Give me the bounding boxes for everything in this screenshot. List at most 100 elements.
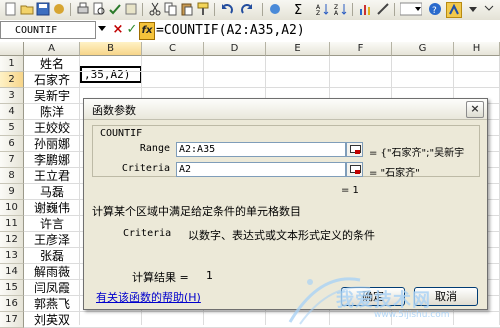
cell-a[interactable]: 孙丽娜 [24,136,80,152]
dialog-title-bar[interactable]: 函数参数 × [84,99,487,120]
function-help-link[interactable]: 有关该函数的帮助(H) [96,289,201,305]
row-header[interactable]: 1 [0,56,24,72]
toolbar-more-icon[interactable] [482,2,496,16]
column-header-a[interactable]: A [24,42,80,56]
autosum-icon[interactable]: Σ [292,2,306,18]
argument-help-name: Criteria [123,228,172,239]
row-header[interactable]: 3 [0,88,24,104]
active-cell-b2[interactable]: ,35,A2) [80,66,142,83]
format-painter-icon[interactable] [196,2,210,16]
cut-icon[interactable] [148,2,162,16]
paste-icon[interactable] [180,2,194,16]
toolbar-separator [262,3,263,16]
dialog-title: 函数参数 [92,104,136,117]
row-header[interactable]: 11 [0,216,24,232]
column-header-f[interactable]: F [330,42,392,56]
function-name-label: COUNTIF [98,128,145,139]
open-icon[interactable] [20,2,34,16]
cell-a[interactable]: 谢巍伟 [24,200,80,216]
undo-icon[interactable] [220,2,234,16]
cell-a[interactable]: 解雨薇 [24,264,80,280]
cell-a[interactable]: 李鹏娜 [24,152,80,168]
chart-wizard-icon[interactable] [358,2,372,16]
hyperlink-icon[interactable] [268,2,282,16]
row-header[interactable]: 10 [0,200,24,216]
office-assistant-icon[interactable] [446,2,462,18]
range-arg-label: Range [139,143,170,154]
spelling-icon[interactable] [108,2,122,16]
gridline [24,71,500,72]
criteria-arg-result: = "石家齐" [369,168,420,179]
column-header-d[interactable]: D [204,42,266,56]
row-header[interactable]: 15 [0,280,24,296]
row-header[interactable]: 12 [0,232,24,248]
permission-icon[interactable] [52,2,66,16]
row-header[interactable]: 16 [0,296,24,312]
range-arg-input[interactable]: A2:A35 [176,142,346,157]
row-header[interactable]: 13 [0,248,24,264]
enter-formula-icon[interactable]: ✓ [124,22,140,38]
zoom-dropdown[interactable] [399,2,423,16]
row-header[interactable]: 8 [0,168,24,184]
cell-a[interactable]: 郭燕飞 [24,296,80,312]
criteria-arg-input[interactable]: A2 [176,162,346,177]
new-icon[interactable] [4,2,18,16]
watermark-url: www.5ijishu.com [374,310,450,320]
chevron-down-icon[interactable] [98,26,106,31]
criteria-arg-label: Criteria [121,163,170,174]
print-preview-icon[interactable] [92,2,106,16]
row-header[interactable]: 5 [0,120,24,136]
research-icon[interactable] [124,2,138,16]
range-collapse-icon[interactable] [346,142,363,157]
column-header-e[interactable]: E [266,42,330,56]
row-header[interactable]: 14 [0,264,24,280]
cell-a[interactable]: 许言 [24,216,80,232]
cell-a[interactable]: 马磊 [24,184,80,200]
toolbar-options-icon[interactable] [466,2,480,16]
save-icon[interactable] [36,2,50,16]
row-header[interactable]: 7 [0,152,24,168]
column-header-g[interactable]: G [392,42,454,56]
cell-a[interactable]: 陈洋 [24,104,80,120]
argument-help-text: 以数字、表达式或文本形式定义的条件 [188,229,375,242]
criteria-collapse-icon[interactable] [346,162,363,177]
formula-result-value: 1 [206,269,213,282]
column-header-c[interactable]: C [142,42,204,56]
name-box[interactable]: COUNTIF [0,21,96,39]
cell-a[interactable]: 王立君 [24,168,80,184]
drawing-icon[interactable] [376,2,390,16]
select-all-corner[interactable] [0,42,24,56]
svg-text:Z: Z [316,10,320,16]
row-header[interactable]: 4 [0,104,24,120]
svg-text:Σ: Σ [294,3,302,16]
formula-bar: COUNTIF × ✓ fx =COUNTIF(A2:A35,A2) [0,20,500,43]
watermark-logo: 我爱技术网 www.5ijishu.com [280,262,500,325]
gridline [24,87,500,88]
cell-a[interactable]: 姓名 [24,56,80,72]
cell-a[interactable]: 张磊 [24,248,80,264]
column-header-b[interactable]: B [80,42,142,56]
print-icon[interactable] [76,2,90,16]
row-header[interactable]: 9 [0,184,24,200]
cell-a[interactable]: 刘英双 [24,312,80,328]
svg-text:?: ? [432,6,437,16]
formula-input[interactable]: =COUNTIF(A2:A35,A2) [156,21,305,41]
sort-ascending-icon[interactable]: AZ [316,2,330,17]
redo-icon[interactable] [240,2,254,16]
cell-a[interactable]: 闫凤霞 [24,280,80,296]
toolbar-separator [394,3,395,16]
standard-toolbar: Σ AZ ZA ? [0,0,500,21]
cell-a[interactable]: 吴新宇 [24,88,80,104]
sort-descending-icon[interactable]: ZA [334,2,348,17]
copy-icon[interactable] [164,2,178,16]
insert-function-icon[interactable]: fx [139,22,155,40]
row-header[interactable]: 2 [0,72,24,88]
cell-a[interactable]: 王姣姣 [24,120,80,136]
close-icon[interactable]: × [466,101,484,118]
row-header[interactable]: 17 [0,312,24,328]
cell-a[interactable]: 王彦泽 [24,232,80,248]
column-header-h[interactable]: H [454,42,500,56]
help-icon[interactable]: ? [428,2,442,16]
row-header[interactable]: 6 [0,136,24,152]
cell-a[interactable]: 石家齐 [24,72,80,88]
